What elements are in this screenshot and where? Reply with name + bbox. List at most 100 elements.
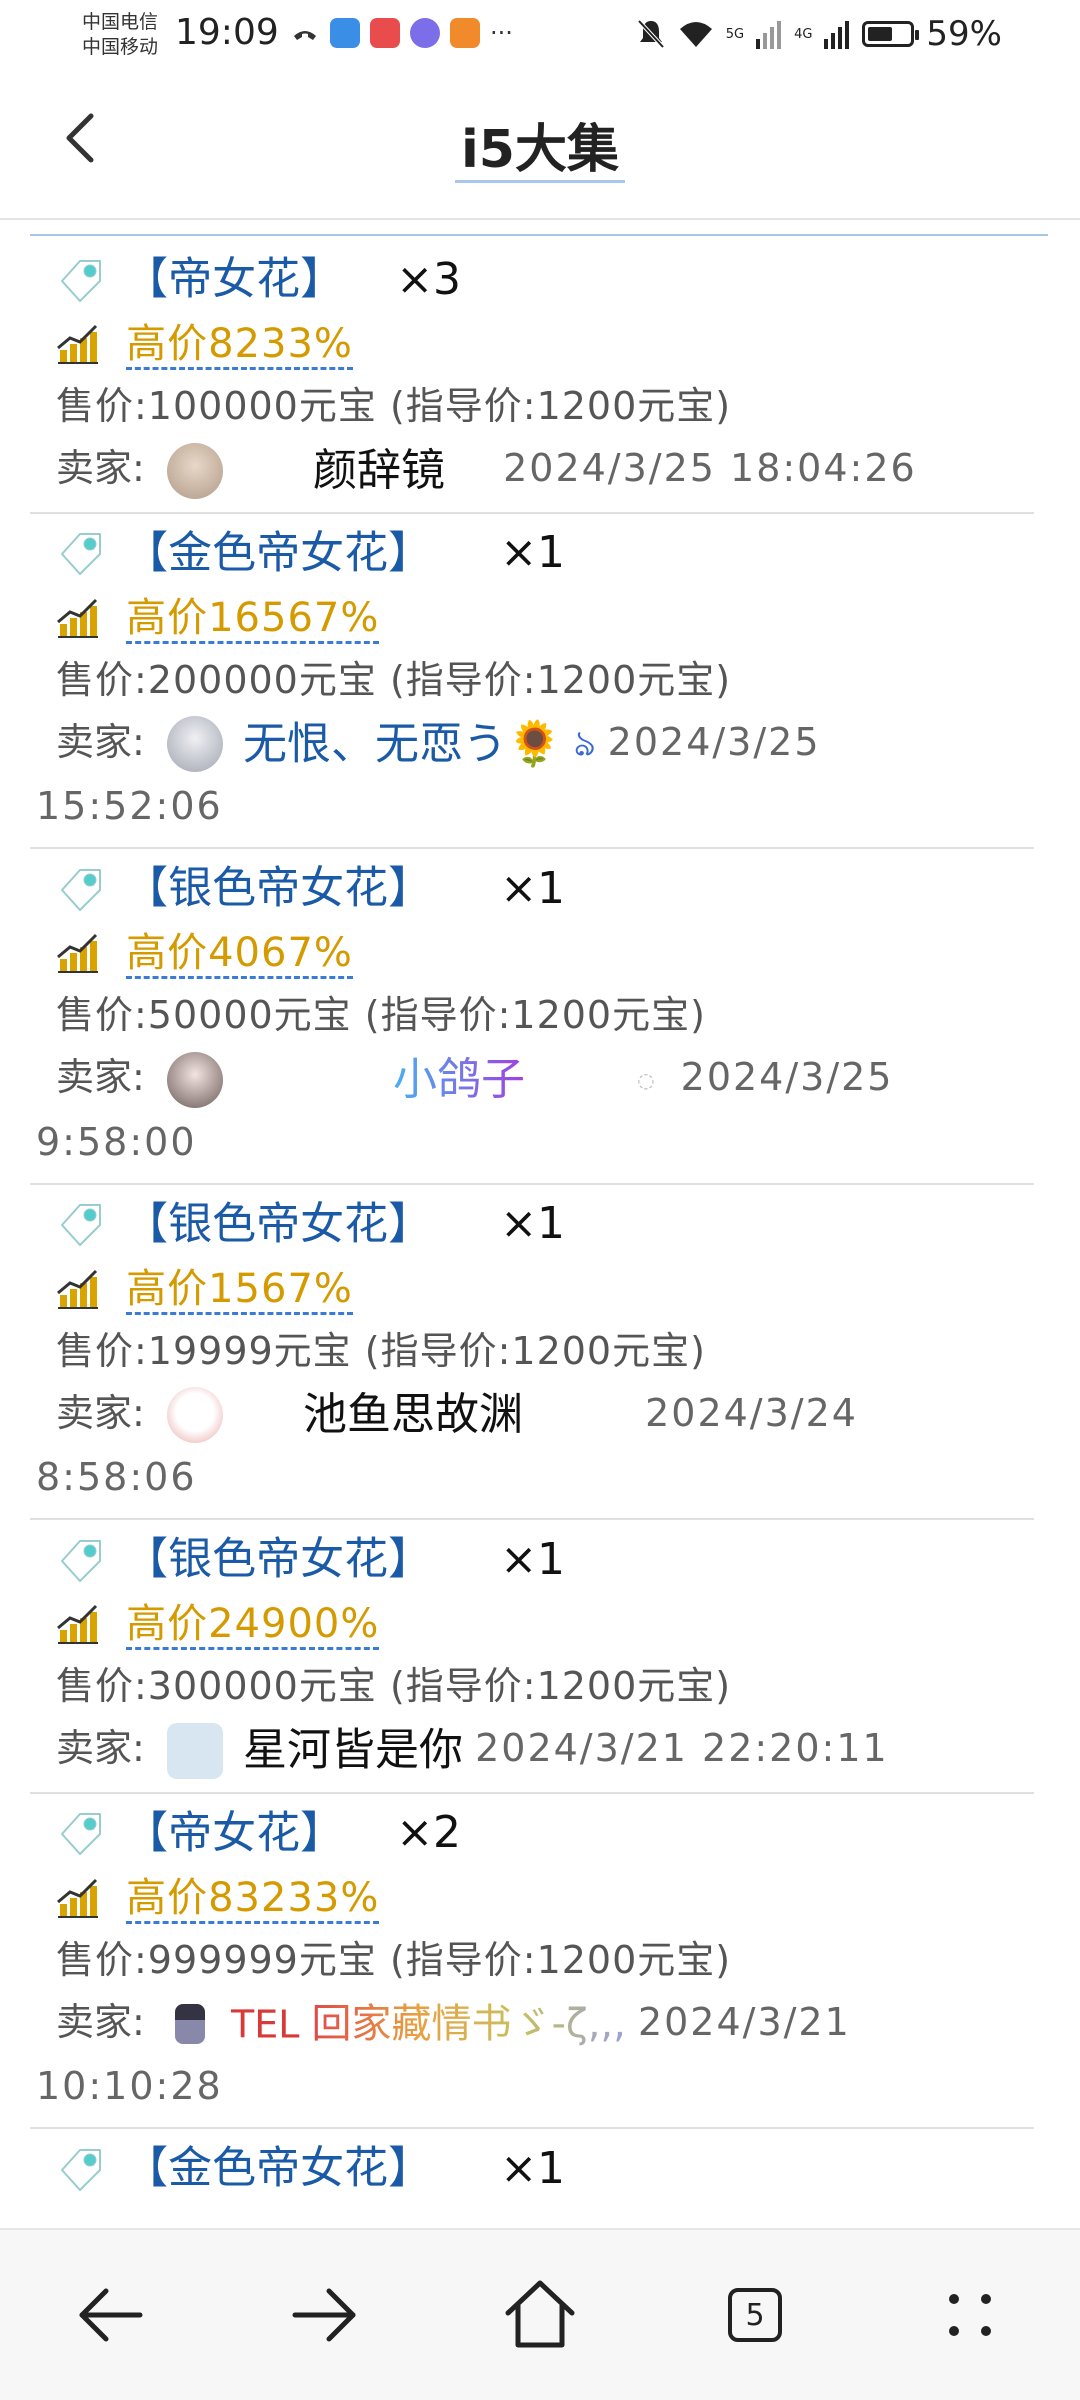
price-trend-icon <box>57 324 98 364</box>
status-bar: 中国电信 中国移动 19:09 ··· 5G 4G 59% <box>0 0 1080 72</box>
system-status: 5G 4G 59% <box>636 14 1002 54</box>
seller-avatar[interactable] <box>166 1387 223 1443</box>
listing-time: 2024/3/21 <box>637 1999 851 2044</box>
seller-label: 卖家: <box>56 719 145 764</box>
list-item[interactable]: 【银色帝女花】 ×1 高价1567% 售价:19999元宝 (指导价:1200元… <box>30 1185 1034 1520</box>
listing-time-continued: 15:52:06 <box>36 784 223 828</box>
premium-percent[interactable]: 高价8233% <box>126 321 353 370</box>
seller-name[interactable]: 无恨、无恧う🌻 <box>243 718 562 769</box>
seller-avatar[interactable] <box>174 2004 205 2044</box>
price-info: 售价:19999元宝 (指导价:1200元宝) <box>56 1328 706 1373</box>
item-name[interactable]: 【帝女花】 <box>124 1807 344 1858</box>
item-tag-icon <box>61 868 101 911</box>
sparkle-icon: ◌ <box>637 1067 655 1092</box>
price-info: 售价:50000元宝 (指导价:1200元宝) <box>56 993 706 1037</box>
item-name[interactable]: 【帝女花】 <box>124 254 344 305</box>
item-tag-icon <box>61 2148 101 2191</box>
seller-name[interactable]: 小鸽子 <box>393 1054 525 1105</box>
seller-label: 卖家: <box>56 1390 145 1435</box>
item-tag-icon <box>61 1813 101 1855</box>
price-trend-icon <box>57 933 98 973</box>
back-icon[interactable] <box>70 2275 150 2355</box>
seller-name[interactable]: 池鱼思故渊 <box>303 1389 523 1440</box>
item-tag-icon <box>61 1204 101 1246</box>
item-quantity: ×1 <box>500 862 566 914</box>
item-name[interactable]: 【银色帝女花】 <box>124 863 432 914</box>
listing-time-continued: 10:10:28 <box>36 2064 223 2108</box>
item-name[interactable]: 【金色帝女花】 <box>124 2143 432 2194</box>
seller-avatar[interactable] <box>166 716 223 772</box>
status-time: 19:09 <box>175 12 279 53</box>
missed-call-icon <box>294 31 316 40</box>
premium-percent[interactable]: 高价16567% <box>126 594 380 644</box>
notification-icons: ··· <box>290 18 513 48</box>
wifi-icon <box>679 22 712 47</box>
page-header: i5大集 <box>0 72 1080 220</box>
seller-name[interactable]: 星河皆是你 <box>243 1725 463 1776</box>
list-item[interactable]: 【帝女花】 ×2 高价83233% 售价:999999元宝 (指导价:1200元… <box>30 1794 1034 2129</box>
price-info: 售价:300000元宝 (指导价:1200元宝) <box>56 1664 732 1708</box>
item-tag-icon <box>61 533 101 575</box>
listing-time: 2024/3/25 <box>680 1055 894 1099</box>
item-tag-icon <box>61 259 101 302</box>
item-quantity: ×1 <box>500 527 566 578</box>
menu-icon[interactable] <box>930 2275 1010 2355</box>
music-app-icon <box>410 18 440 48</box>
swirl-icon: ঌ <box>573 723 596 764</box>
battery-icon <box>862 21 920 47</box>
listing-time: 2024/3/24 <box>645 1390 858 1435</box>
item-name[interactable]: 【银色帝女花】 <box>124 1534 432 1585</box>
listing-list: 【帝女花】 ×3 高价8233% 售价:100000元宝 (指导价:1200元宝… <box>30 240 1034 2210</box>
mute-icon <box>637 19 665 49</box>
network-5g-label: 5G <box>725 26 745 42</box>
seller-name[interactable]: 回家藏情书ゞ-ζ,,, <box>312 2001 626 2047</box>
price-info: 售价:200000元宝 (指导价:1200元宝) <box>56 657 732 702</box>
item-tag-icon <box>61 1539 101 1582</box>
carrier-1: 中国电信 <box>82 11 159 33</box>
signal-4g-icon <box>824 21 850 49</box>
item-quantity: ×1 <box>500 2142 566 2194</box>
seller-avatar[interactable] <box>166 442 223 499</box>
seller-avatar[interactable] <box>166 1051 223 1108</box>
seller-avatar[interactable] <box>166 1722 223 1779</box>
list-item[interactable]: 【金色帝女花】 ×1 <box>30 2129 1034 2210</box>
item-quantity: ×3 <box>396 253 462 305</box>
item-name[interactable]: 【金色帝女花】 <box>124 527 432 578</box>
listing-time: 2024/3/21 22:20:11 <box>475 1726 889 1770</box>
seller-label: 卖家: <box>56 446 145 490</box>
seller-name[interactable]: 颜辞镜 <box>313 445 445 496</box>
seller-label: 卖家: <box>56 1726 145 1770</box>
more-notifications-icon: ··· <box>490 19 513 47</box>
premium-percent[interactable]: 高价4067% <box>126 930 353 979</box>
home-icon[interactable] <box>500 2275 580 2355</box>
list-item[interactable]: 【银色帝女花】 ×1 高价24900% 售价:300000元宝 (指导价:120… <box>30 1520 1034 1794</box>
premium-percent[interactable]: 高价1567% <box>126 1265 353 1315</box>
video-app-icon <box>450 18 480 48</box>
listing-time-continued: 9:58:00 <box>36 1119 197 1164</box>
list-item[interactable]: 【帝女花】 ×3 高价8233% 售价:100000元宝 (指导价:1200元宝… <box>30 240 1034 514</box>
tab-count: 5 <box>728 2288 782 2342</box>
forward-icon[interactable] <box>285 2275 365 2355</box>
price-trend-icon <box>57 1269 98 1309</box>
carrier-info: 中国电信 中国移动 <box>82 10 158 60</box>
premium-percent[interactable]: 高价83233% <box>126 1874 380 1924</box>
browser-bottom-nav: 5 <box>0 2228 1080 2400</box>
tabs-button[interactable]: 5 <box>715 2275 795 2355</box>
huawei-app-icon <box>370 18 400 48</box>
item-quantity: ×1 <box>500 1198 566 1249</box>
listing-time: 2024/3/25 <box>607 719 821 764</box>
list-item[interactable]: 【银色帝女花】 ×1 高价4067% 售价:50000元宝 (指导价:1200元… <box>30 849 1034 1185</box>
price-info: 售价:999999元宝 (指导价:1200元宝) <box>56 1937 732 1982</box>
item-name[interactable]: 【银色帝女花】 <box>124 1198 432 1249</box>
page-title: i5大集 <box>0 107 1080 183</box>
listing-time: 2024/3/25 18:04:26 <box>503 446 917 490</box>
network-4g-label: 4G <box>794 26 813 42</box>
list-divider <box>30 234 1048 236</box>
price-trend-icon <box>57 1878 98 1918</box>
carrier-2: 中国移动 <box>82 36 159 58</box>
premium-percent[interactable]: 高价24900% <box>126 1601 380 1650</box>
item-quantity: ×1 <box>500 1533 566 1585</box>
list-item[interactable]: 【金色帝女花】 ×1 高价16567% 售价:200000元宝 (指导价:120… <box>30 514 1034 849</box>
price-trend-icon <box>57 1604 98 1644</box>
seller-name-prefix: TEL <box>231 2002 300 2046</box>
